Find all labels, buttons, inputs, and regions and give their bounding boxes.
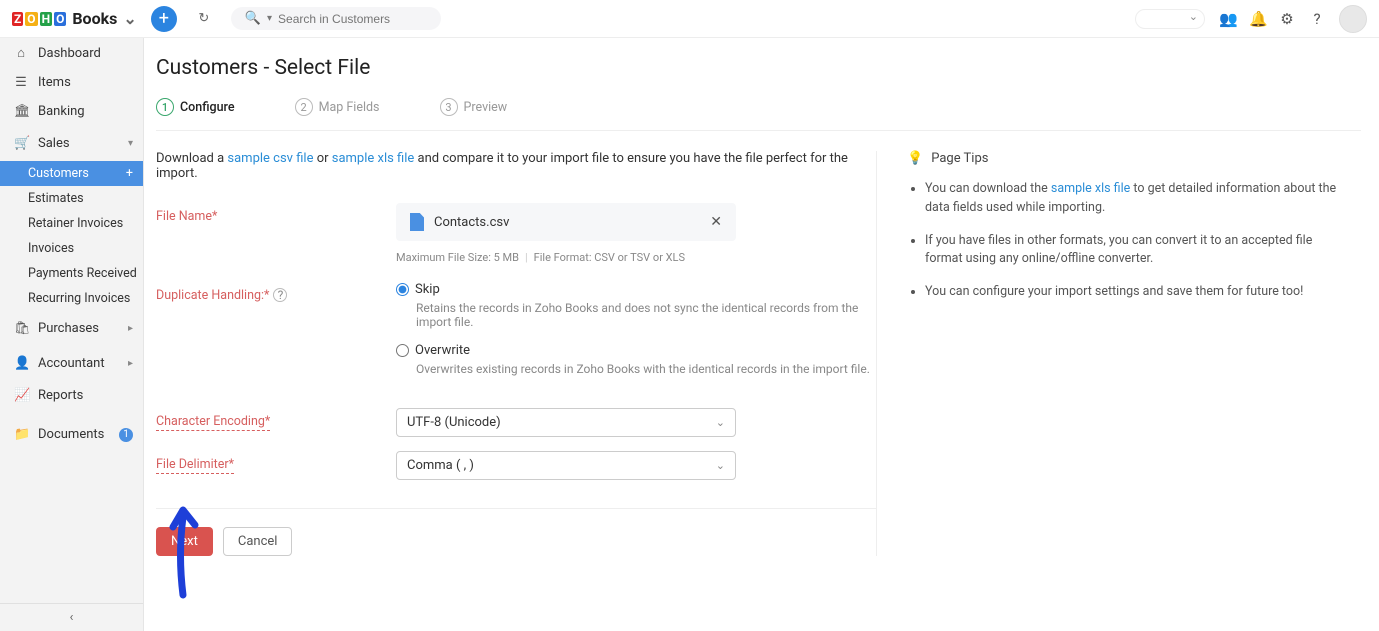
file-name-label: File Name*: [156, 203, 396, 224]
search-icon: 🔍: [245, 11, 261, 26]
sidebar-item-accountant[interactable]: 👤Accountant▸: [0, 346, 143, 381]
chevron-down-icon[interactable]: ⌄: [123, 9, 136, 28]
avatar[interactable]: [1339, 5, 1367, 33]
sales-icon: 🛒: [14, 136, 28, 151]
sidebar-item-purchases[interactable]: 🛍Purchases▸: [0, 311, 143, 346]
import-form: Download a sample csv file or sample xls…: [156, 151, 876, 556]
sidebar-item-retainer-invoices[interactable]: Retainer Invoices: [0, 211, 143, 236]
help-icon[interactable]: ?: [1309, 10, 1325, 28]
topbar-right: 👥 🔔 ⚙ ?: [1135, 5, 1367, 33]
reports-icon: 📈: [14, 388, 28, 403]
file-hints: Maximum File Size: 5 MB|File Format: CSV…: [396, 251, 876, 264]
sidebar-item-dashboard[interactable]: ⌂Dashboard: [0, 38, 143, 68]
encoding-select[interactable]: UTF-8 (Unicode)⌄: [396, 408, 736, 437]
main-content: Customers - Select File 1Configure 2Map …: [144, 38, 1379, 631]
form-actions: Next Cancel: [156, 508, 876, 556]
search-box[interactable]: 🔍 ▾: [231, 7, 441, 30]
chevron-down-icon: ⌄: [716, 416, 725, 429]
accountant-icon: 👤: [14, 356, 28, 371]
tip-sample-xls-link[interactable]: sample xls file: [1051, 181, 1130, 196]
sidebar: ⌂Dashboard ☰Items 🏛Banking 🛒Sales▾ Custo…: [0, 38, 144, 631]
sidebar-item-documents[interactable]: 📁Documents1: [0, 420, 143, 449]
quick-add-button[interactable]: +: [151, 6, 177, 32]
remove-file-button[interactable]: ✕: [710, 214, 722, 230]
sample-xls-link[interactable]: sample xls file: [332, 151, 415, 166]
sidebar-item-reports[interactable]: 📈Reports: [0, 381, 143, 410]
page-tips-panel: 💡 Page Tips You can download the sample x…: [876, 151, 1346, 556]
add-customer-icon[interactable]: +: [126, 166, 133, 181]
org-switcher[interactable]: [1135, 9, 1205, 29]
sidebar-item-recurring-invoices[interactable]: Recurring Invoices: [0, 286, 143, 311]
chevron-down-icon: ▾: [128, 138, 133, 149]
cancel-button[interactable]: Cancel: [223, 527, 293, 556]
sidebar-item-estimates[interactable]: Estimates: [0, 186, 143, 211]
step-preview[interactable]: 3Preview: [440, 98, 508, 116]
sidebar-item-items[interactable]: ☰Items: [0, 68, 143, 97]
radio-skip[interactable]: Skip: [396, 282, 876, 297]
purchases-icon: 🛍: [14, 321, 28, 336]
step-configure[interactable]: 1Configure: [156, 98, 235, 116]
bulb-icon: 💡: [907, 151, 923, 166]
next-button[interactable]: Next: [156, 527, 213, 556]
notifications-icon[interactable]: 🔔: [1249, 10, 1265, 28]
duplicate-handling-label: Duplicate Handling:*?: [156, 282, 396, 303]
search-input[interactable]: [278, 12, 427, 26]
tip-item: You can download the sample xls file to …: [925, 180, 1346, 218]
file-icon: [410, 213, 424, 231]
chevron-right-icon: ▸: [128, 323, 133, 334]
tips-heading: Page Tips: [931, 151, 988, 166]
import-steps: 1Configure 2Map Fields 3Preview: [156, 92, 1361, 131]
sample-csv-link[interactable]: sample csv file: [227, 151, 313, 166]
tip-item: You can configure your import settings a…: [925, 283, 1346, 302]
refer-icon[interactable]: 👥: [1219, 10, 1235, 28]
sidebar-item-sales[interactable]: 🛒Sales▾: [0, 126, 143, 161]
chevron-down-icon: ⌄: [716, 459, 725, 472]
step-map-fields[interactable]: 2Map Fields: [295, 98, 380, 116]
uploaded-file-name: Contacts.csv: [434, 215, 509, 230]
tip-item: If you have files in other formats, you …: [925, 232, 1346, 270]
banking-icon: 🏛: [14, 104, 28, 119]
documents-count-badge: 1: [119, 428, 133, 442]
radio-overwrite[interactable]: Overwrite: [396, 343, 876, 358]
uploaded-file-chip: Contacts.csv ✕: [396, 203, 736, 241]
top-bar: ZOHO Books ⌄ + ↻ 🔍 ▾ 👥 🔔 ⚙ ?: [0, 0, 1379, 38]
delimiter-select[interactable]: Comma ( , )⌄: [396, 451, 736, 480]
sidebar-item-customers[interactable]: Customers+: [0, 161, 143, 186]
page-title: Customers - Select File: [156, 56, 1361, 92]
sidebar-item-invoices[interactable]: Invoices: [0, 236, 143, 261]
intro-text: Download a sample csv file or sample xls…: [156, 151, 876, 181]
search-scope-caret[interactable]: ▾: [267, 13, 272, 24]
sidebar-collapse-button[interactable]: ‹: [0, 603, 143, 631]
documents-icon: 📁: [14, 427, 28, 442]
help-tooltip-icon[interactable]: ?: [273, 288, 287, 302]
app-name: Books: [72, 9, 117, 28]
dashboard-icon: ⌂: [14, 45, 28, 61]
sidebar-item-payments-received[interactable]: Payments Received: [0, 261, 143, 286]
recent-activity-icon[interactable]: ↻: [191, 6, 217, 32]
radio-skip-desc: Retains the records in Zoho Books and do…: [416, 301, 876, 329]
items-icon: ☰: [14, 75, 28, 90]
settings-icon[interactable]: ⚙: [1279, 10, 1295, 28]
app-logo[interactable]: ZOHO Books ⌄: [12, 9, 137, 28]
chevron-right-icon: ▸: [128, 358, 133, 369]
sidebar-item-banking[interactable]: 🏛Banking: [0, 97, 143, 126]
radio-overwrite-desc: Overwrites existing records in Zoho Book…: [416, 362, 876, 376]
encoding-label: Character Encoding*: [156, 408, 396, 429]
delimiter-label: File Delimiter*: [156, 451, 396, 472]
